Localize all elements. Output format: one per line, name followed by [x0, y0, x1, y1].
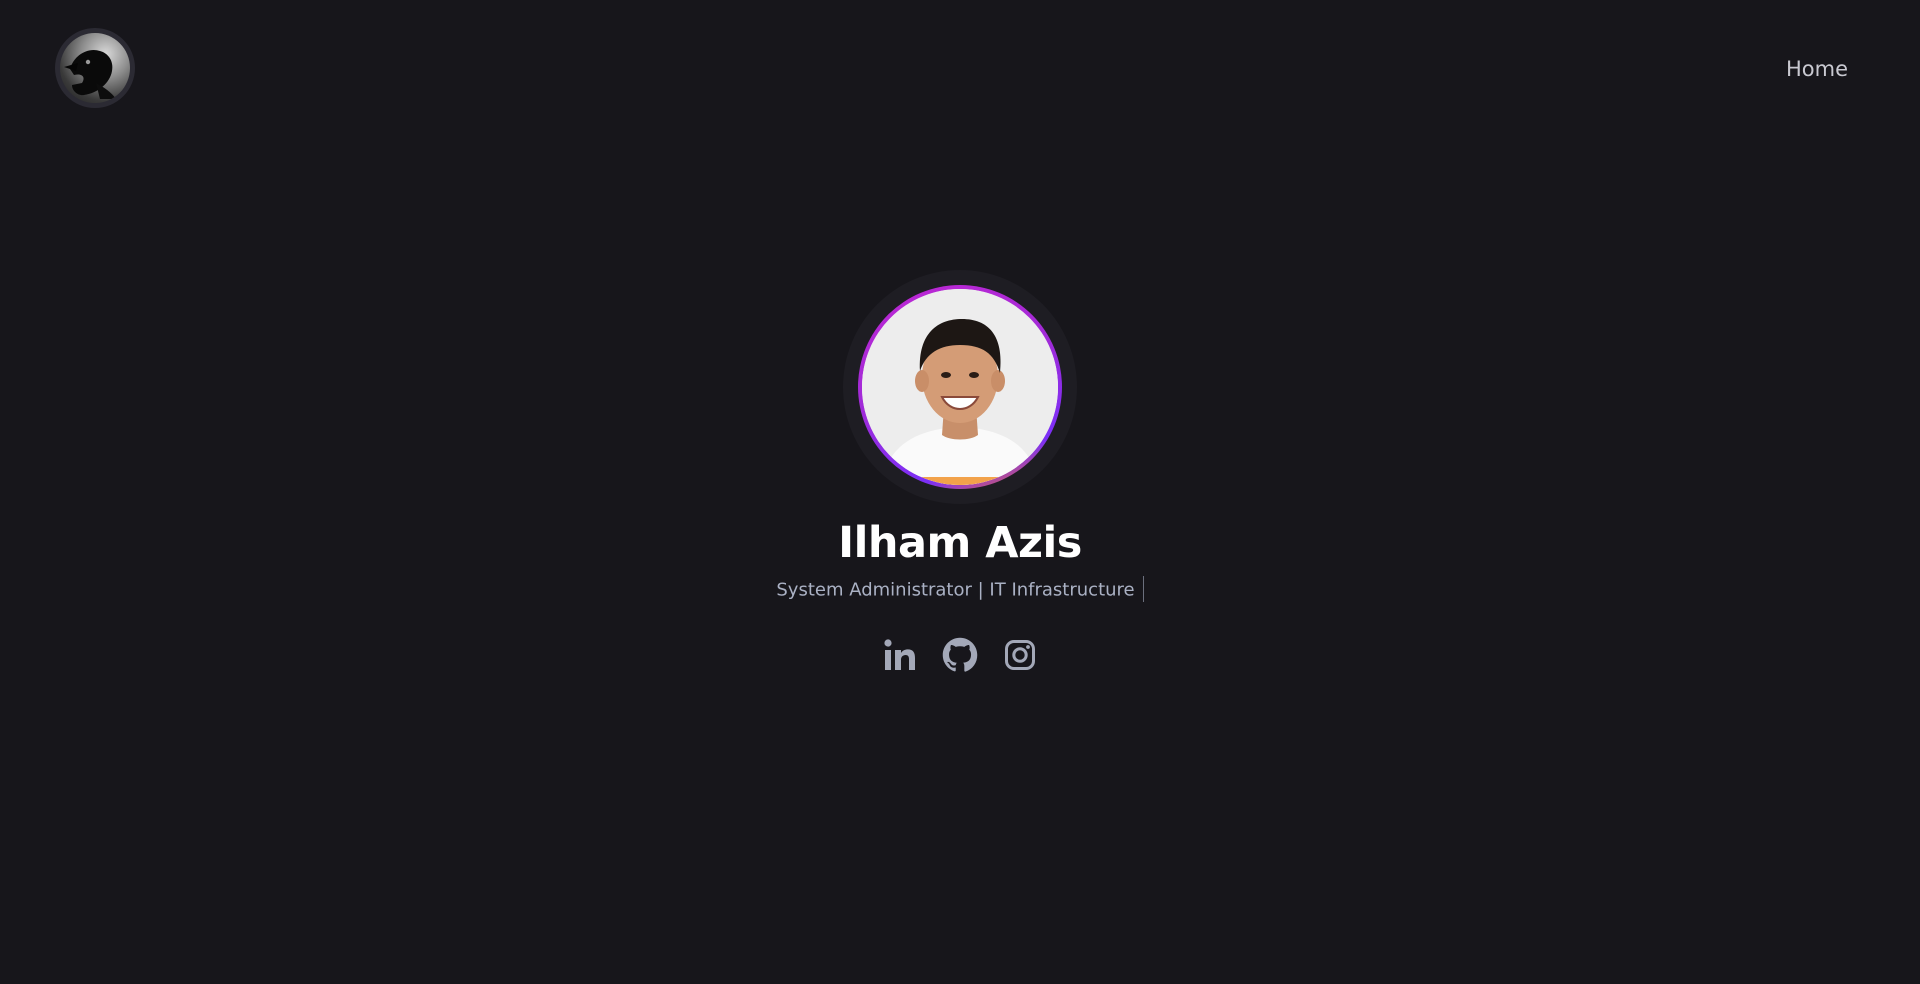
- linkedin-icon: [883, 638, 917, 672]
- typing-caret: [1142, 576, 1144, 602]
- profile-tagline: System Administrator | IT Infrastructure: [776, 579, 1135, 601]
- profile-photo: [862, 289, 1058, 485]
- profile-avatar-border: [858, 285, 1062, 489]
- crow-avatar-icon: [60, 33, 130, 103]
- instagram-icon: [1004, 639, 1036, 671]
- instagram-link[interactable]: [1001, 636, 1039, 674]
- tagline-wrap: System Administrator | IT Infrastructure: [0, 576, 1920, 604]
- profile-name: Ilham Azis: [838, 518, 1082, 568]
- linkedin-link[interactable]: [881, 636, 919, 674]
- github-icon: [942, 637, 978, 673]
- nav-link-home[interactable]: Home: [1786, 57, 1848, 81]
- github-link[interactable]: [941, 636, 979, 674]
- site-logo[interactable]: [55, 28, 135, 108]
- main-nav: Home: [1786, 57, 1848, 81]
- social-links: [0, 636, 1920, 674]
- profile-avatar-ring: [843, 270, 1077, 504]
- page: Home Ilham Azis System Administrator | I…: [0, 0, 1920, 984]
